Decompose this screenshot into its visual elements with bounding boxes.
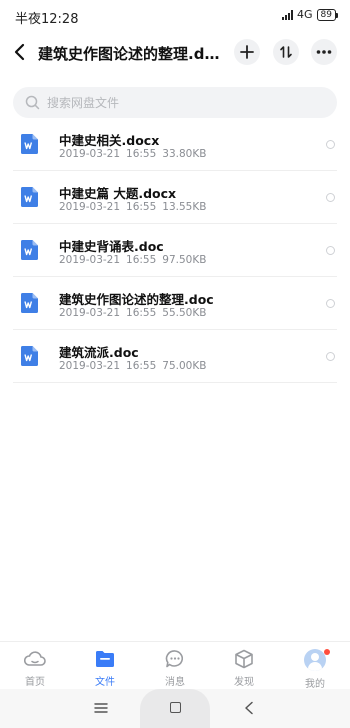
file-meta: 2019-03-21 16:55 55.50KB [59, 307, 206, 319]
back-arrow-icon[interactable] [243, 701, 255, 715]
tab-discover[interactable]: 发现 [219, 649, 269, 688]
divider [13, 382, 337, 383]
file-size: 75.00KB [162, 360, 207, 372]
signal-icon [282, 9, 294, 20]
file-size: 33.80KB [162, 148, 207, 160]
file-date: 2019-03-21 [59, 201, 121, 213]
page-title: 建筑史作图论述的整理.docx [38, 45, 223, 63]
file-row[interactable]: 中建史背诵表.doc 2019-03-21 16:55 97.50KB [0, 224, 350, 277]
word-doc-icon [21, 240, 38, 260]
tab-home[interactable]: 首页 [10, 649, 60, 688]
file-time: 16:55 [126, 201, 157, 213]
search-icon [25, 95, 40, 110]
tab-messages[interactable]: 消息 [150, 649, 200, 688]
avatar [304, 649, 326, 671]
word-doc-icon [21, 134, 38, 154]
select-radio[interactable] [326, 352, 335, 361]
word-doc-icon [21, 187, 38, 207]
file-date: 2019-03-21 [59, 307, 121, 319]
file-name: 中建史篇 大题.docx [59, 186, 177, 201]
file-time: 16:55 [126, 254, 157, 266]
chat-bubble-icon [165, 650, 184, 668]
home-cloud-icon [24, 651, 46, 666]
tab-home-label: 首页 [25, 677, 45, 688]
file-date: 2019-03-21 [59, 360, 121, 372]
header-bar: 建筑史作图论述的整理.docx [0, 35, 350, 71]
chevron-left-icon [14, 43, 25, 61]
file-meta: 2019-03-21 16:55 97.50KB [59, 254, 206, 266]
more-dots-icon [316, 50, 332, 54]
network-type: 4G [297, 8, 313, 21]
bottom-tab-bar: 首页 文件 消息 发现 我的 [0, 641, 350, 690]
file-name: 建筑流派.doc [59, 345, 139, 360]
search-input[interactable] [47, 87, 317, 118]
file-row[interactable]: 中建史相关.docx 2019-03-21 16:55 33.80KB [0, 118, 350, 171]
select-radio[interactable] [326, 193, 335, 202]
add-button[interactable] [234, 39, 260, 65]
sort-button[interactable] [273, 39, 299, 65]
tab-mine[interactable]: 我的 [290, 649, 340, 690]
file-size: 55.50KB [162, 307, 207, 319]
file-meta: 2019-03-21 16:55 13.55KB [59, 201, 206, 213]
file-row[interactable]: 建筑史作图论述的整理.doc 2019-03-21 16:55 55.50KB [0, 277, 350, 330]
file-list: 中建史相关.docx 2019-03-21 16:55 33.80KB 中建史篇 大题.… [0, 118, 350, 383]
file-time: 16:55 [126, 307, 157, 319]
file-date: 2019-03-21 [59, 148, 121, 160]
file-name: 建筑史作图论述的整理.doc [59, 292, 214, 307]
file-name: 中建史相关.docx [59, 133, 160, 148]
status-time: 半夜12:28 [15, 12, 79, 27]
file-row[interactable]: 中建史篇 大题.docx 2019-03-21 16:55 13.55KB [0, 171, 350, 224]
notification-dot [324, 649, 330, 655]
search-bar[interactable] [13, 87, 337, 118]
status-indicators: 4G 89 [282, 8, 339, 21]
status-bar: 半夜12:28 4G 89 [0, 0, 350, 30]
file-size: 13.55KB [162, 201, 207, 213]
word-doc-icon [21, 346, 38, 366]
tab-discover-label: 发现 [234, 677, 254, 688]
file-meta: 2019-03-21 16:55 33.80KB [59, 148, 206, 160]
select-radio[interactable] [326, 299, 335, 308]
folder-icon [96, 651, 114, 667]
plus-icon [240, 45, 254, 59]
battery-icon: 89 [316, 8, 339, 21]
sort-arrows-icon [280, 46, 292, 58]
home-square-icon[interactable] [170, 702, 181, 713]
back-button[interactable] [10, 41, 32, 63]
file-time: 16:55 [126, 360, 157, 372]
file-date: 2019-03-21 [59, 254, 121, 266]
tab-mine-label: 我的 [305, 679, 325, 690]
file-size: 97.50KB [162, 254, 207, 266]
file-row[interactable]: 建筑流派.doc 2019-03-21 16:55 75.00KB [0, 330, 350, 383]
tab-files-label: 文件 [95, 677, 115, 688]
more-button[interactable] [311, 39, 337, 65]
file-time: 16:55 [126, 148, 157, 160]
system-nav-bar [0, 689, 350, 728]
file-name: 中建史背诵表.doc [59, 239, 164, 254]
select-radio[interactable] [326, 246, 335, 255]
menu-icon[interactable] [94, 702, 108, 714]
tab-files[interactable]: 文件 [80, 649, 130, 688]
cube-icon [235, 649, 253, 669]
word-doc-icon [21, 293, 38, 313]
file-meta: 2019-03-21 16:55 75.00KB [59, 360, 206, 372]
select-radio[interactable] [326, 140, 335, 149]
tab-messages-label: 消息 [165, 677, 185, 688]
